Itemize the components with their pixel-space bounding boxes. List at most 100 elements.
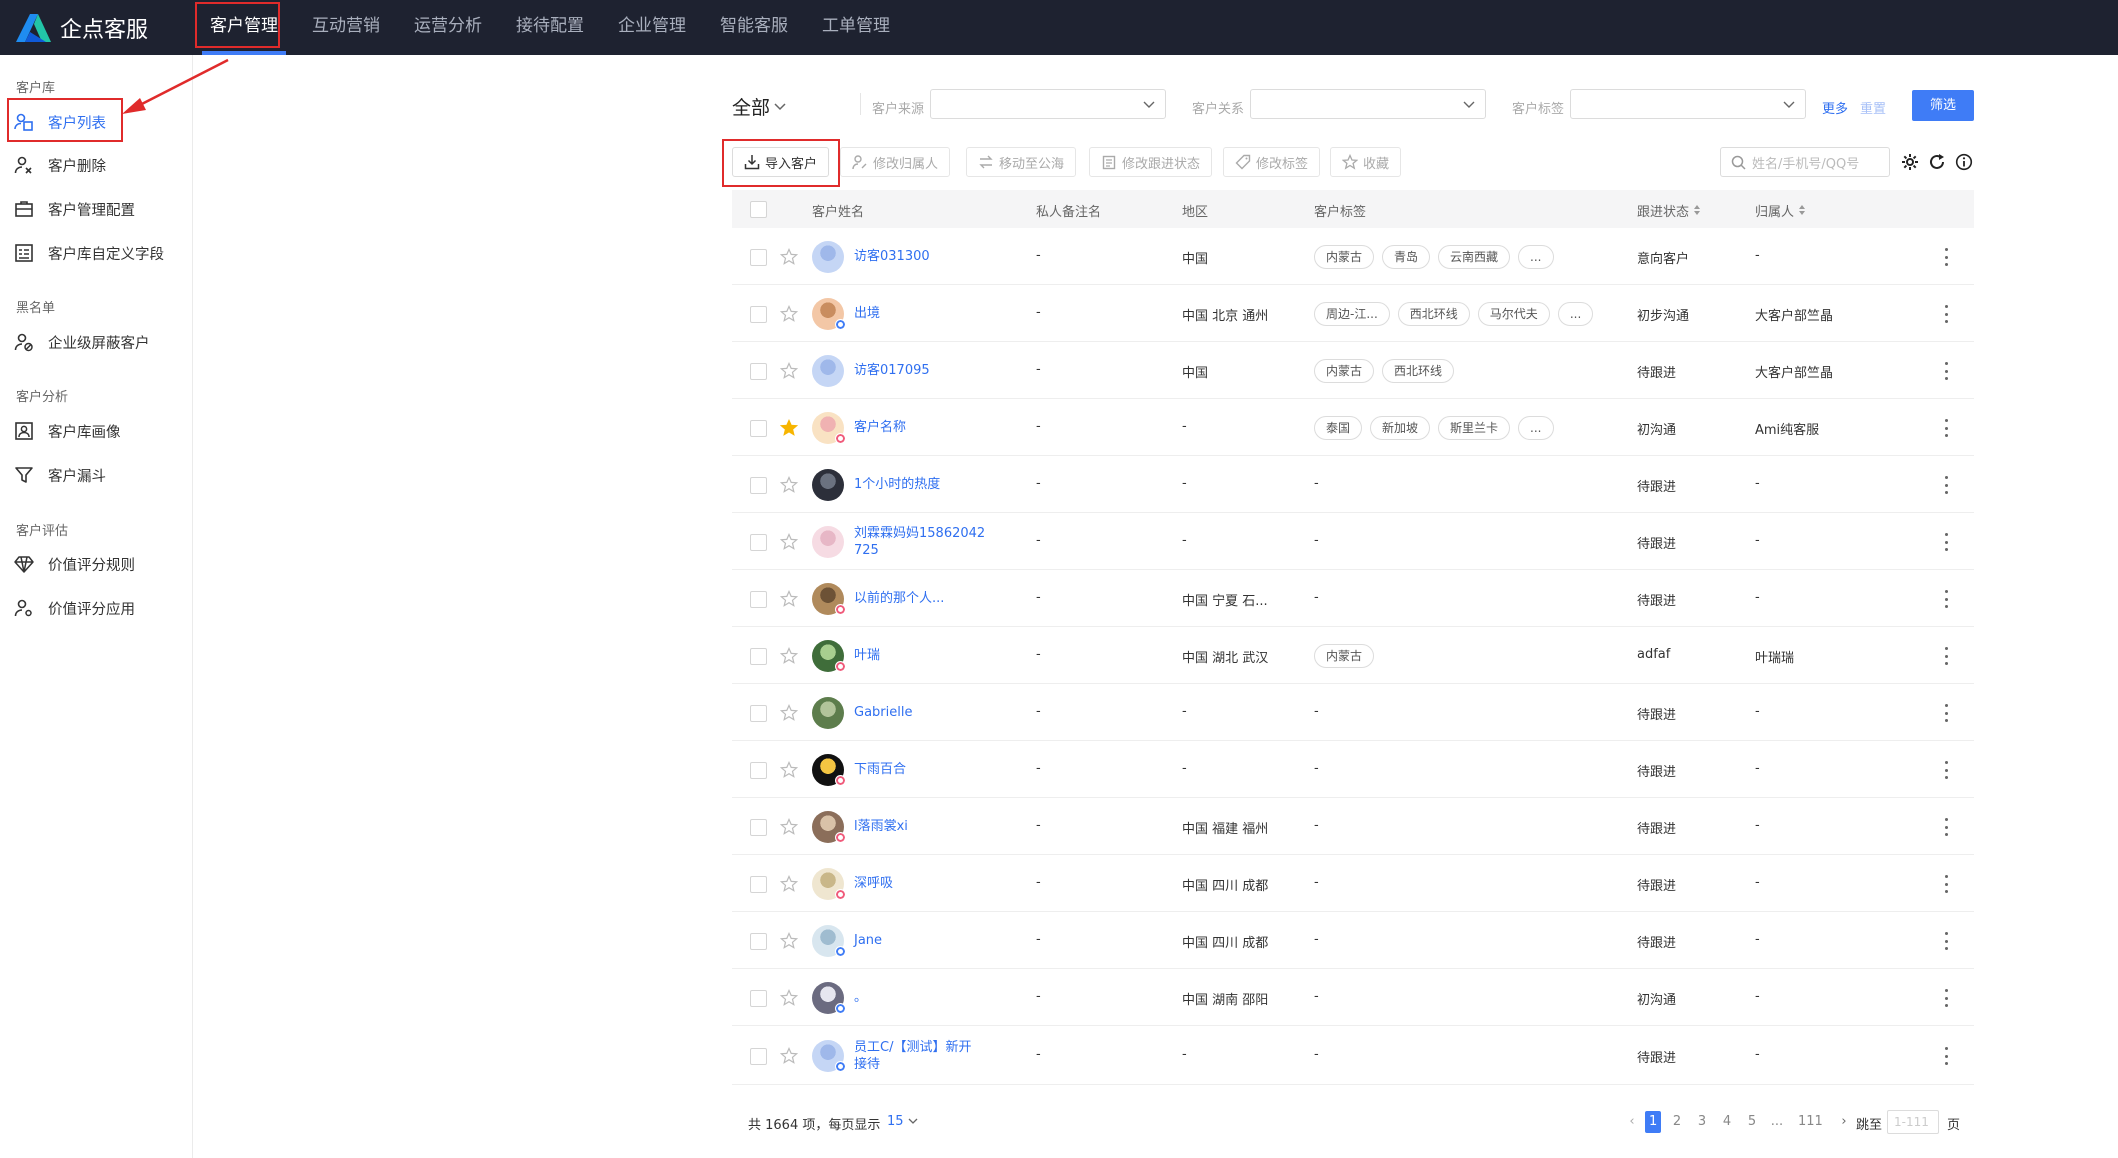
customer-name-link[interactable]: 。 [854,989,867,1006]
customer-name-link[interactable]: 刘霖霖妈妈15862042 725 [854,525,985,559]
table-row[interactable]: 叶瑞 - 中国 湖北 武汉 内蒙古 adfaf 叶瑞瑞 [732,627,1974,684]
customer-name-link[interactable]: l落雨裳xi [854,818,908,835]
table-row[interactable]: 员工C/【测试】新开 接待 - - - 待跟进 - [732,1026,1974,1085]
change-owner-button[interactable]: 修改归属人 [840,147,951,177]
more-actions-icon[interactable] [1939,248,1953,266]
prev-page-icon[interactable]: ‹ [1624,1111,1640,1133]
customer-name-link[interactable]: 员工C/【测试】新开 接待 [854,1039,971,1073]
nav-operations-analysis[interactable]: 运营分析 [400,0,496,55]
favorite-star-icon[interactable] [780,476,798,494]
avatar[interactable] [812,526,844,558]
customer-tag[interactable]: ... [1518,245,1554,269]
favorite-star-icon[interactable] [780,818,798,836]
relation-select[interactable] [1250,89,1486,119]
more-actions-icon[interactable] [1939,476,1953,494]
favorite-star-icon[interactable] [780,305,798,323]
favorite-button[interactable]: 收藏 [1330,147,1402,177]
table-row[interactable]: l落雨裳xi - 中国 福建 福州 - 待跟进 - [732,798,1974,855]
more-actions-icon[interactable] [1939,362,1953,380]
row-checkbox[interactable] [750,762,767,779]
nav-smart-service[interactable]: 智能客服 [706,0,802,55]
jump-page-input[interactable]: 1-111 [1887,1110,1939,1134]
customer-name-link[interactable]: 访客017095 [854,362,930,379]
change-tags-button[interactable]: 修改标签 [1223,147,1321,177]
customer-tag[interactable]: 斯里兰卡 [1438,416,1511,440]
table-row[interactable]: 刘霖霖妈妈15862042 725 - - - 待跟进 - [732,513,1974,570]
more-filters-link[interactable]: 更多 [1822,98,1848,117]
row-checkbox[interactable] [750,591,767,608]
row-checkbox[interactable] [750,876,767,893]
sidebar-item-customer-delete[interactable]: 客户删除 [14,150,106,180]
favorite-star-icon[interactable] [780,875,798,893]
nav-reception-config[interactable]: 接待配置 [502,0,598,55]
page-5[interactable]: 5 [1744,1111,1760,1133]
move-to-public-button[interactable]: 移动至公海 [966,147,1077,177]
customer-tag[interactable]: ... [1557,302,1594,326]
header-status-sortable[interactable]: 跟进状态 [1637,201,1701,220]
customer-name-link[interactable]: Jane [854,932,882,949]
search-input[interactable]: 姓名/手机号/QQ号 [1720,147,1890,177]
customer-tag[interactable]: 新加坡 [1370,416,1431,440]
table-row[interactable]: Jane - 中国 四川 成都 - 待跟进 - [732,912,1974,969]
favorite-star-icon[interactable] [780,362,798,380]
page-2[interactable]: 2 [1669,1111,1685,1133]
more-actions-icon[interactable] [1939,761,1953,779]
customer-tag[interactable]: 内蒙古 [1314,644,1375,668]
row-checkbox[interactable] [750,477,767,494]
row-checkbox[interactable] [750,648,767,665]
favorite-star-icon[interactable] [780,590,798,608]
more-actions-icon[interactable] [1939,932,1953,950]
customer-tag[interactable]: 内蒙古 [1314,359,1375,383]
more-actions-icon[interactable] [1939,305,1953,323]
sidebar-item-funnel[interactable]: 客户漏斗 [14,460,106,490]
nav-interactive-marketing[interactable]: 互动营销 [298,0,394,55]
customer-name-link[interactable]: 以前的那个人... [854,590,944,607]
tag-select[interactable] [1570,89,1806,119]
table-row[interactable]: 出境 - 中国 北京 通州 周边-江... 西北环线 马尔代夫... 初步沟通 大客户部竺晶 [732,285,1974,342]
customer-name-link[interactable]: 访客031300 [854,248,930,265]
row-checkbox[interactable] [750,990,767,1007]
favorite-star-icon[interactable] [780,647,798,665]
more-actions-icon[interactable] [1939,647,1953,665]
page-size-dropdown[interactable]: 15 [887,1114,918,1129]
refresh-icon[interactable] [1927,152,1947,172]
table-row[interactable]: Gabrielle - - - 待跟进 - [732,684,1974,741]
customer-name-link[interactable]: 深呼吸 [854,875,893,892]
customer-tag[interactable]: 云南西藏 [1438,245,1511,269]
row-checkbox[interactable] [750,819,767,836]
row-checkbox[interactable] [750,363,767,380]
row-checkbox[interactable] [750,420,767,437]
sidebar-item-portrait[interactable]: 客户库画像 [14,416,121,446]
app-logo[interactable]: 企点客服 [16,12,148,44]
table-row[interactable]: 1个小时的热度 - - - 待跟进 - [732,456,1974,513]
page-ellipsis[interactable]: ... [1769,1111,1785,1133]
page-last[interactable]: 111 [1798,1111,1823,1133]
customer-tag[interactable]: 马尔代夫 [1477,302,1550,326]
reset-link[interactable]: 重置 [1860,98,1886,117]
gear-icon[interactable] [1900,152,1920,172]
page-3[interactable]: 3 [1694,1111,1710,1133]
more-actions-icon[interactable] [1939,989,1953,1007]
sidebar-item-blocked-customers[interactable]: 企业级屏蔽客户 [14,327,150,357]
page-1[interactable]: 1 [1645,1111,1662,1133]
favorite-star-icon[interactable] [780,761,798,779]
row-checkbox[interactable] [750,933,767,950]
favorite-star-icon[interactable] [780,1047,798,1065]
sidebar-item-score-rules[interactable]: 价值评分规则 [14,549,135,579]
scope-dropdown[interactable]: 全部 [732,93,786,120]
customer-tag[interactable]: 西北环线 [1382,359,1455,383]
customer-tag[interactable]: ... [1518,416,1554,440]
customer-tag[interactable]: 泰国 [1314,416,1363,440]
customer-name-link[interactable]: 下雨百合 [854,761,906,778]
customer-tag[interactable]: 周边-江... [1314,302,1390,326]
customer-name-link[interactable]: 出境 [854,305,880,322]
source-select[interactable] [930,89,1166,119]
table-row[interactable]: 客户名称 - - 泰国 新加坡 斯里兰卡... 初沟通 Ami纯客服 [732,399,1974,456]
table-row[interactable]: 访客017095 - 中国 内蒙古 西北环线 待跟进 大客户部竺晶 [732,342,1974,399]
customer-name-link[interactable]: 1个小时的热度 [854,476,940,493]
nav-ticket-management[interactable]: 工单管理 [808,0,904,55]
row-checkbox[interactable] [750,249,767,266]
avatar[interactable] [812,697,844,729]
sidebar-item-score-apply[interactable]: 价值评分应用 [14,593,135,623]
select-all-checkbox[interactable] [750,201,767,218]
